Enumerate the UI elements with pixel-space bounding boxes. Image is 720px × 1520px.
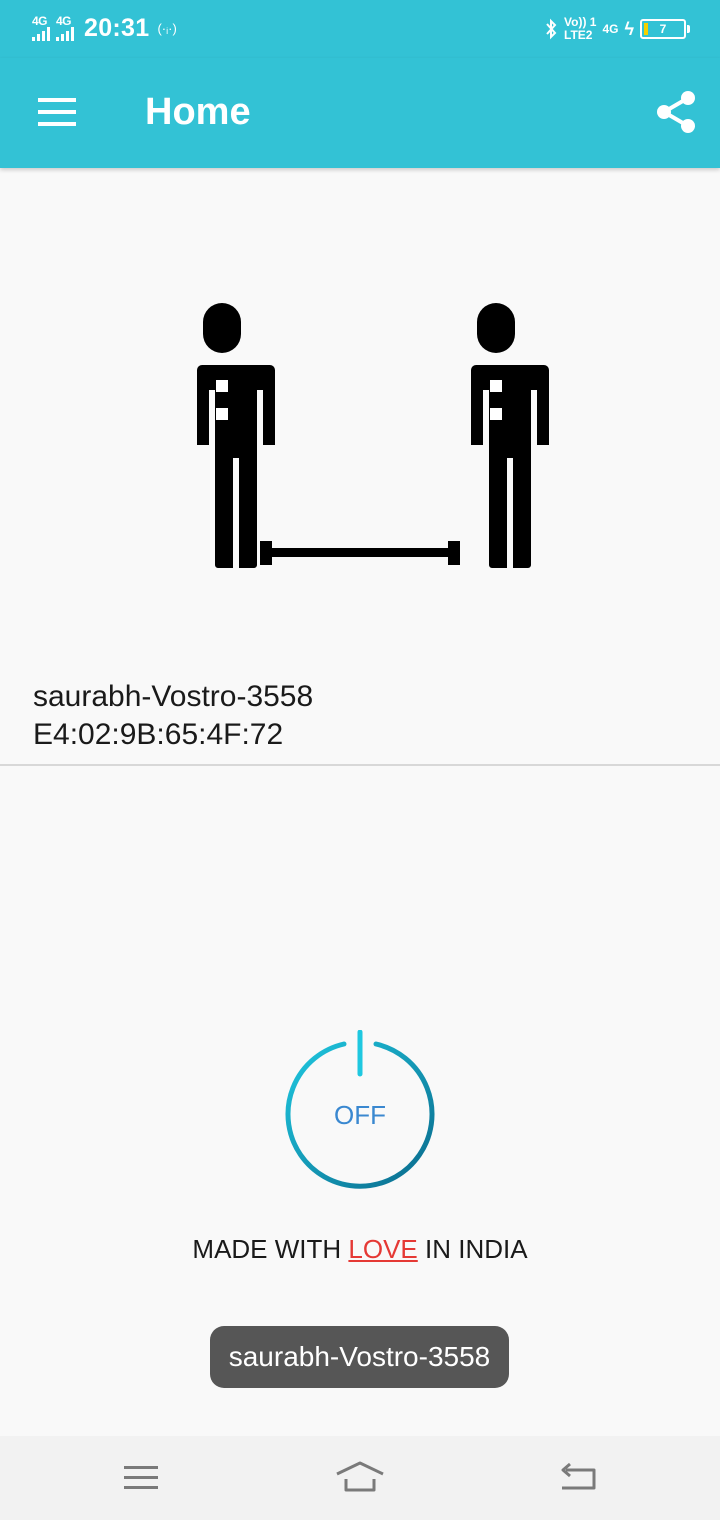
back-icon[interactable]	[554, 1456, 604, 1500]
made-in-india-text: MADE WITH LOVE IN INDIA	[0, 1234, 720, 1265]
sim1-network-type: 4G	[32, 14, 48, 28]
sim2-network-type: 4G	[56, 14, 72, 28]
distance-bar-icon	[260, 541, 460, 565]
made-prefix: MADE WITH	[192, 1234, 342, 1264]
toast-message: saurabh-Vostro-3558	[210, 1326, 509, 1388]
volte-bottom-text: LTE2	[564, 28, 593, 42]
person-right-icon	[450, 303, 549, 568]
battery-level: 7	[659, 22, 667, 36]
system-nav-bar	[0, 1436, 720, 1520]
share-icon[interactable]	[654, 88, 698, 136]
charging-icon: ϟ	[624, 18, 634, 39]
status-time: 20:31	[84, 13, 150, 42]
app-bar: Home	[0, 58, 720, 168]
made-suffix: IN INDIA	[425, 1234, 528, 1264]
sim1-signal-icon: 4G	[32, 15, 50, 41]
page-title: Home	[145, 91, 251, 133]
sim2-signal-icon: 4G	[56, 15, 74, 41]
love-link[interactable]: LOVE	[348, 1234, 417, 1264]
person-left-icon	[176, 303, 275, 568]
volte-indicator: Vo)) 1 LTE2	[564, 16, 596, 42]
power-button[interactable]	[284, 1030, 436, 1192]
social-distancing-icon	[176, 303, 549, 568]
recents-icon[interactable]	[116, 1456, 166, 1500]
home-icon[interactable]	[335, 1456, 385, 1500]
hotspot-icon: (·ᵢ·)	[157, 20, 177, 36]
menu-icon[interactable]	[38, 98, 76, 126]
divider	[0, 764, 720, 766]
data-network-type: 4G	[602, 22, 619, 36]
bluetooth-icon	[546, 18, 557, 40]
battery-icon: 7	[640, 19, 690, 39]
status-bar: 4G 4G 20:31 (·ᵢ·) Vo)) 1 LTE2 4G ϟ 7	[0, 0, 720, 58]
device-name: saurabh-Vostro-3558	[33, 680, 314, 713]
device-mac-address: E4:02:9B:65:4F:72	[33, 718, 284, 751]
